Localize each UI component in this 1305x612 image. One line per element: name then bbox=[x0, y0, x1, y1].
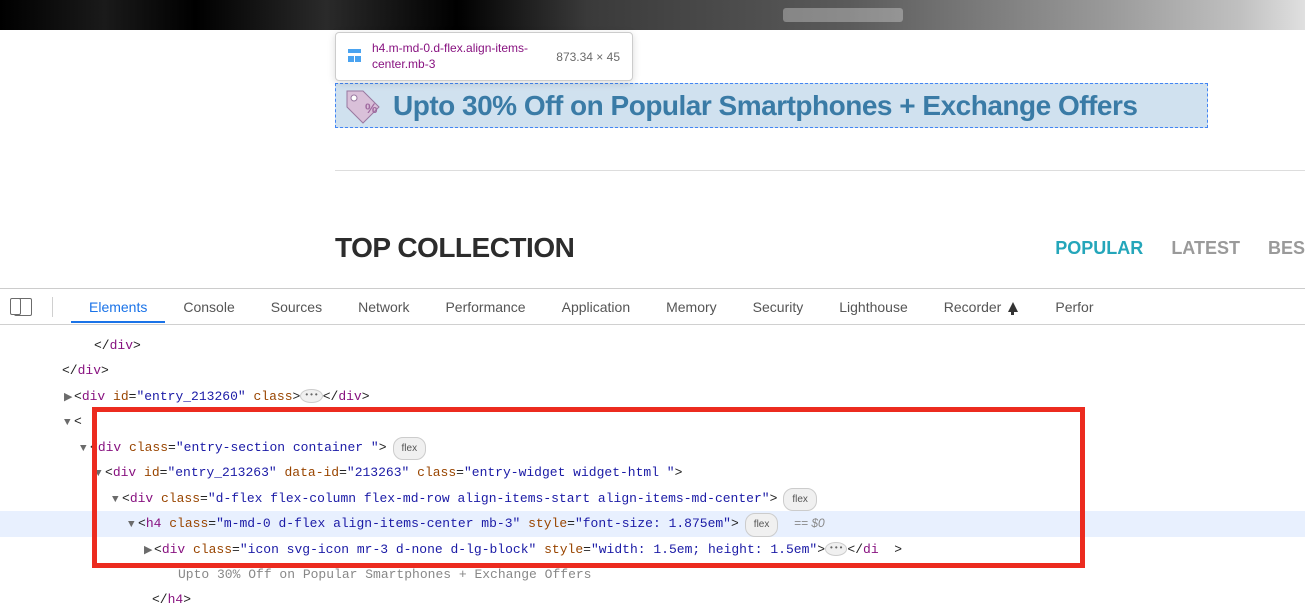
tree-line[interactable]: ▼<div class="entry-section container ">f… bbox=[0, 435, 1305, 461]
devtools-tab-performance[interactable]: Performance bbox=[427, 291, 543, 323]
devtools-tab-memory[interactable]: Memory bbox=[648, 291, 735, 323]
devtools-tab-perf-insights[interactable]: Perfor bbox=[1037, 291, 1111, 323]
separator bbox=[52, 297, 53, 317]
flex-badge[interactable]: flex bbox=[393, 437, 427, 461]
collection-tabs: POPULAR LATEST BES bbox=[1055, 238, 1305, 259]
expand-arrow[interactable]: ▶ bbox=[64, 388, 74, 409]
collapse-arrow[interactable]: ▼ bbox=[95, 464, 105, 485]
tab-best[interactable]: BES bbox=[1268, 238, 1305, 259]
price-tag-icon: % bbox=[341, 85, 383, 127]
devtools-tab-recorder[interactable]: Recorder bbox=[926, 291, 1038, 323]
expand-arrow[interactable]: ▶ bbox=[144, 541, 154, 562]
tab-popular[interactable]: POPULAR bbox=[1055, 238, 1143, 259]
banner-heading: Upto 30% Off on Popular Smartphones + Ex… bbox=[393, 90, 1137, 122]
tree-line[interactable]: </h4> bbox=[0, 587, 1305, 612]
dom-tree[interactable]: </div> </div> ▶<div id="entry_213260" cl… bbox=[0, 325, 1305, 612]
tree-line[interactable]: ▼<div id="entry_213263" data-id="213263"… bbox=[0, 460, 1305, 485]
inspected-page: h4.m-md-0.d-flex.align-items-center.mb-3… bbox=[0, 0, 1305, 288]
tab-latest[interactable]: LATEST bbox=[1171, 238, 1240, 259]
collapse-arrow[interactable]: ▼ bbox=[80, 439, 90, 460]
ellipsis-icon[interactable]: ••• bbox=[825, 542, 847, 556]
devtools-panel: Elements Console Sources Network Perform… bbox=[0, 288, 1305, 598]
tooltip-dimensions: 873.34 × 45 bbox=[556, 50, 620, 64]
collapse-arrow[interactable]: ▼ bbox=[112, 490, 122, 511]
tree-line[interactable]: ▼< bbox=[0, 409, 1305, 434]
flex-layout-icon bbox=[348, 49, 364, 65]
devtools-tab-console[interactable]: Console bbox=[165, 291, 252, 323]
flex-badge[interactable]: flex bbox=[745, 513, 779, 537]
tree-line-selected[interactable]: ▼<h4 class="m-md-0 d-flex align-items-ce… bbox=[0, 511, 1305, 537]
devtools-toolbar: Elements Console Sources Network Perform… bbox=[0, 289, 1305, 325]
page-header-dark bbox=[0, 0, 1305, 30]
tree-line[interactable]: </div> bbox=[0, 358, 1305, 383]
flex-badge[interactable]: flex bbox=[783, 488, 817, 512]
svg-text:%: % bbox=[365, 100, 378, 116]
tree-line-text[interactable]: Upto 30% Off on Popular Smartphones + Ex… bbox=[0, 562, 1305, 587]
element-inspect-tooltip: h4.m-md-0.d-flex.align-items-center.mb-3… bbox=[335, 32, 633, 81]
highlighted-element[interactable]: % Upto 30% Off on Popular Smartphones + … bbox=[335, 83, 1208, 128]
top-collection-section: TOP COLLECTION POPULAR LATEST BES bbox=[335, 232, 1305, 264]
tooltip-selector: h4.m-md-0.d-flex.align-items-center.mb-3 bbox=[372, 41, 542, 72]
devtools-tab-network[interactable]: Network bbox=[340, 291, 427, 323]
tree-line[interactable]: ▼<div class="d-flex flex-column flex-md-… bbox=[0, 486, 1305, 512]
devtools-tab-security[interactable]: Security bbox=[735, 291, 822, 323]
divider bbox=[335, 170, 1305, 171]
devtools-tab-lighthouse[interactable]: Lighthouse bbox=[821, 291, 926, 323]
devtools-tab-elements[interactable]: Elements bbox=[71, 291, 165, 323]
flask-icon bbox=[1007, 301, 1019, 313]
tree-line[interactable]: ▶<div id="entry_213260" class>•••</div> bbox=[0, 384, 1305, 409]
devtools-tab-sources[interactable]: Sources bbox=[253, 291, 340, 323]
collapse-arrow[interactable]: ▼ bbox=[64, 413, 74, 434]
tree-line[interactable]: ▶<div class="icon svg-icon mr-3 d-none d… bbox=[0, 537, 1305, 562]
section-heading: TOP COLLECTION bbox=[335, 232, 574, 264]
selected-indicator: == $0 bbox=[794, 516, 825, 530]
devtools-tab-application[interactable]: Application bbox=[544, 291, 649, 323]
ellipsis-icon[interactable]: ••• bbox=[300, 389, 322, 403]
device-toggle-icon[interactable] bbox=[14, 298, 32, 316]
collapse-arrow[interactable]: ▼ bbox=[128, 515, 138, 536]
tree-line[interactable]: </div> bbox=[0, 333, 1305, 358]
